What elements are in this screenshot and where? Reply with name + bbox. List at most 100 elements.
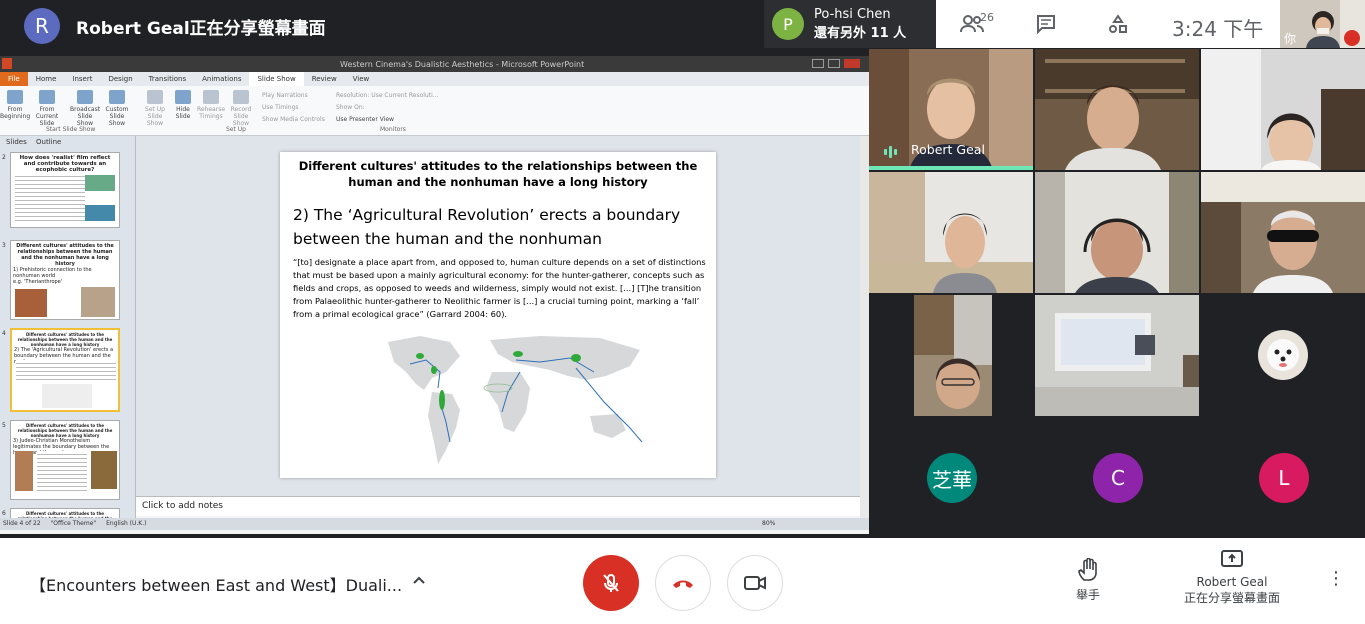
notes-pane[interactable]: Click to add notes bbox=[136, 496, 860, 516]
scrollbar[interactable] bbox=[860, 136, 869, 518]
custom-show-button[interactable]: Custom Slide Show bbox=[102, 90, 132, 127]
chevron-up-icon[interactable] bbox=[411, 572, 427, 592]
meeting-title[interactable]: 【Encounters between East and West】Duali.… bbox=[30, 572, 402, 596]
participant-video bbox=[869, 172, 1033, 293]
resolution-select[interactable]: Use Current Resoluti... bbox=[371, 92, 438, 99]
participant-video bbox=[1201, 172, 1365, 293]
thumb-text: e.g. 'Therianthrope' bbox=[13, 279, 63, 285]
thumb-number: 3 bbox=[2, 242, 6, 249]
tab-animations[interactable]: Animations bbox=[194, 72, 249, 86]
shared-screen: Western Cinema's Dualistic Aesthetics - … bbox=[0, 56, 869, 534]
slide-thumbnail[interactable]: Different cultures' attitudes to the rel… bbox=[10, 240, 120, 320]
hide-slide-button[interactable]: Hide Slide bbox=[168, 90, 198, 120]
participant-avatar[interactable]: L bbox=[1259, 453, 1309, 503]
slide-thumbnail[interactable]: How does 'realist' film reflect and cont… bbox=[10, 152, 120, 228]
tab-slide-show[interactable]: Slide Show bbox=[249, 72, 304, 86]
thumb-title: How does 'realist' film reflect and cont… bbox=[19, 155, 111, 173]
broadcast-icon bbox=[77, 90, 93, 104]
world-map-image bbox=[388, 336, 643, 464]
participant-tile[interactable] bbox=[1201, 49, 1365, 170]
group-start-label: Start Slide Show bbox=[46, 126, 96, 133]
play-narrations-checkbox[interactable]: Play Narrations bbox=[262, 90, 325, 102]
slide-thumbnail-selected[interactable]: Different cultures' attitudes to the rel… bbox=[10, 328, 120, 412]
presenter-view-checkbox[interactable]: Use Presenter View bbox=[336, 114, 438, 126]
participant-avatar-image bbox=[1258, 330, 1308, 380]
participant-avatar[interactable]: C bbox=[1093, 453, 1143, 503]
tab-view[interactable]: View bbox=[345, 72, 378, 86]
activities-icon[interactable] bbox=[1104, 10, 1132, 38]
presenter-title: Robert Geal正在分享螢幕畫面 bbox=[76, 19, 326, 39]
language-label: English (U.K.) bbox=[106, 520, 147, 527]
participant-tile[interactable] bbox=[1035, 49, 1199, 170]
show-on-select[interactable]: Show On: bbox=[336, 102, 438, 114]
tab-design[interactable]: Design bbox=[100, 72, 140, 86]
broadcast-button[interactable]: Broadcast Slide Show bbox=[70, 90, 100, 127]
present-icon bbox=[1221, 550, 1243, 567]
participant-tile[interactable] bbox=[1201, 295, 1365, 416]
powerpoint-icon bbox=[2, 58, 12, 69]
participant-video bbox=[1035, 172, 1199, 293]
minimize-icon[interactable] bbox=[812, 59, 824, 68]
participant-name: Robert Geal bbox=[911, 142, 985, 157]
thumb-title: Different cultures' attitudes to the rel… bbox=[17, 423, 113, 438]
current-slide[interactable]: Different cultures' attitudes to the rel… bbox=[280, 152, 716, 478]
show-media-checkbox[interactable]: Show Media Controls bbox=[262, 114, 325, 126]
self-label: 你 bbox=[1284, 32, 1297, 46]
hand-icon bbox=[1078, 557, 1097, 581]
mic-toggle-button[interactable] bbox=[583, 555, 639, 611]
slides-panel: Slides Outline 2 How does 'realist' film… bbox=[0, 136, 136, 522]
slide-thumbnail[interactable]: Different cultures' attitudes to the rel… bbox=[10, 420, 120, 500]
presentation-status-button[interactable]: Robert Geal 正在分享螢幕畫面 bbox=[1172, 550, 1292, 606]
resolution-label: Resolution: bbox=[336, 92, 370, 99]
thumb-number: 5 bbox=[2, 422, 6, 429]
window-title-text: Western Cinema's Dualistic Aesthetics - … bbox=[340, 60, 585, 69]
slide-editor[interactable]: Different cultures' attitudes to the rel… bbox=[136, 136, 860, 496]
rehearse-button[interactable]: Rehearse Timings bbox=[196, 90, 226, 120]
use-timings-checkbox[interactable]: Use Timings bbox=[262, 102, 325, 114]
record-button[interactable]: Record Slide Show bbox=[226, 90, 256, 127]
self-video-tile[interactable]: 你 bbox=[1280, 0, 1365, 48]
chat-icon[interactable] bbox=[1032, 10, 1060, 38]
join-name: Po-hsi Chen bbox=[814, 7, 891, 22]
tab-insert[interactable]: Insert bbox=[64, 72, 100, 86]
tab-transitions[interactable]: Transitions bbox=[141, 72, 195, 86]
participant-video bbox=[1035, 49, 1199, 170]
participant-tile[interactable] bbox=[869, 295, 1033, 416]
participant-video bbox=[914, 295, 992, 416]
pp-ribbon-tabs: File Home Insert Design Transitions Anim… bbox=[0, 72, 869, 86]
slideshow-icon bbox=[7, 90, 23, 104]
join-others: 還有另外 11 人 bbox=[814, 26, 907, 41]
participant-tile-speaker[interactable]: Robert Geal bbox=[869, 49, 1033, 170]
from-current-button[interactable]: From Current Slide bbox=[32, 90, 62, 127]
participant-tile[interactable] bbox=[1201, 172, 1365, 293]
participant-avatar[interactable]: 芝華 bbox=[927, 453, 977, 503]
participant-tile[interactable] bbox=[869, 172, 1033, 293]
setup-button[interactable]: Set Up Slide Show bbox=[140, 90, 170, 127]
group-monitors-label: Monitors bbox=[380, 126, 406, 133]
participant-video bbox=[1035, 295, 1199, 416]
thumb-number: 4 bbox=[2, 330, 6, 337]
tab-outline[interactable]: Outline bbox=[36, 138, 61, 146]
from-beginning-button[interactable]: From Beginning bbox=[0, 90, 30, 120]
more-options-icon[interactable]: ⋮ bbox=[1326, 568, 1346, 589]
participant-tile[interactable] bbox=[1035, 295, 1199, 416]
camera-toggle-button[interactable] bbox=[727, 555, 783, 611]
zoom-level[interactable]: 80% bbox=[762, 520, 775, 527]
raise-hand-button[interactable]: 舉手 bbox=[1066, 557, 1110, 603]
hide-slide-icon bbox=[175, 90, 191, 104]
group-setup-label: Set Up bbox=[226, 126, 246, 133]
tab-review[interactable]: Review bbox=[304, 72, 345, 86]
participant-tile[interactable] bbox=[1035, 172, 1199, 293]
mic-off-icon bbox=[603, 574, 619, 592]
tab-slides[interactable]: Slides bbox=[6, 138, 27, 146]
mic-off-icon bbox=[1344, 30, 1360, 46]
people-count: 26 bbox=[980, 11, 994, 24]
join-notification[interactable]: P Po-hsi Chen 還有另外 11 人 bbox=[764, 0, 936, 48]
tab-home[interactable]: Home bbox=[28, 72, 65, 86]
leave-call-button[interactable] bbox=[655, 555, 711, 611]
slide-counter: Slide 4 of 22 bbox=[3, 520, 41, 527]
maximize-icon[interactable] bbox=[828, 59, 840, 68]
close-icon[interactable] bbox=[844, 59, 860, 68]
tab-file[interactable]: File bbox=[0, 72, 28, 86]
thumb-title: Different cultures' attitudes to the rel… bbox=[16, 243, 114, 267]
